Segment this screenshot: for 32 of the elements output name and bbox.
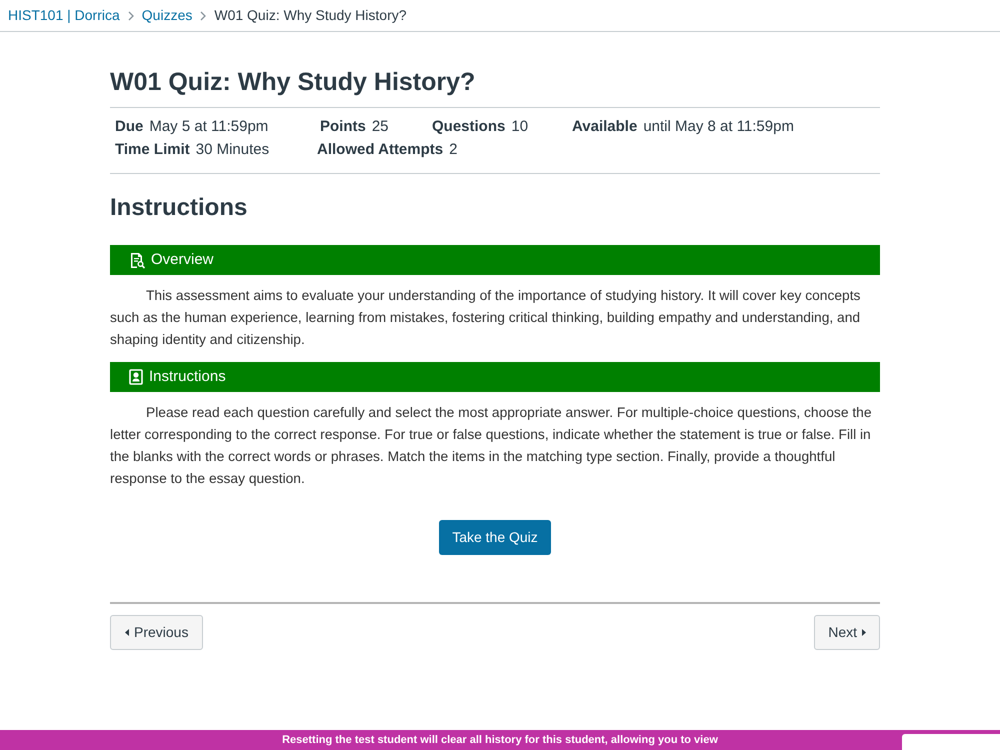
- breadcrumb-current: W01 Quiz: Why Study History?: [214, 6, 407, 25]
- detail-label: Available: [572, 117, 638, 138]
- detail-value: 10: [511, 117, 528, 138]
- breadcrumb-link[interactable]: HIST101 | Dorrica: [8, 5, 120, 26]
- breadcrumb-link[interactable]: Quizzes: [142, 5, 192, 26]
- caret-right-icon: [862, 629, 866, 636]
- detail-value: 30 Minutes: [196, 140, 270, 160]
- detail-label: Due: [115, 117, 144, 138]
- instructions-heading: Instructions: [110, 193, 248, 223]
- detail-label: Points: [320, 117, 366, 138]
- section-paragraph: Please read each question carefully and select the most appropriate answer. For multiple-choice questions, choose the letter corresponding to the correct response. For true or false questions, indicate whether the statement is true or false. Fill in the blanks with the correct words or phrases. Match the items in the matching type section. Finally, provide a thoughtful response to the essay question.: [110, 404, 873, 488]
- id-badge-icon: [129, 369, 143, 385]
- detail-value: 2: [449, 140, 458, 160]
- caret-left-icon: [125, 629, 129, 636]
- detail-value: 25: [372, 117, 389, 138]
- quiz-title: W01 Quiz: Why Study History?: [110, 67, 476, 98]
- next-button[interactable]: Next: [814, 615, 880, 650]
- chevron-right-icon: [200, 10, 206, 20]
- chevron-right-icon: [128, 10, 134, 20]
- section-title: Overview: [151, 250, 214, 270]
- take-quiz-button[interactable]: Take the Quiz: [439, 520, 551, 555]
- detail-label: Questions: [432, 117, 506, 138]
- detail-label: Allowed Attempts: [317, 140, 444, 160]
- detail-value: May 5 at 11:59pm: [149, 117, 268, 138]
- section-title: Instructions: [149, 366, 226, 387]
- detail-value: until May 8 at 11:59pm: [643, 117, 794, 138]
- student-view-message: Resetting the test student will clear all history for this student, allowing you to view: [281, 732, 719, 748]
- section-paragraph: This assessment aims to evaluate your understanding of the importance of studying history. It will cover key concepts such as the human experience, learning from mistakes, fostering critical thinking, building empathy and understanding, and shaping identity and citizenship.: [110, 287, 862, 349]
- document-magnifier-icon: [129, 252, 145, 268]
- previous-button[interactable]: Previous: [110, 615, 204, 650]
- detail-label: Time Limit: [115, 140, 190, 160]
- partial-button[interactable]: [902, 734, 1000, 750]
